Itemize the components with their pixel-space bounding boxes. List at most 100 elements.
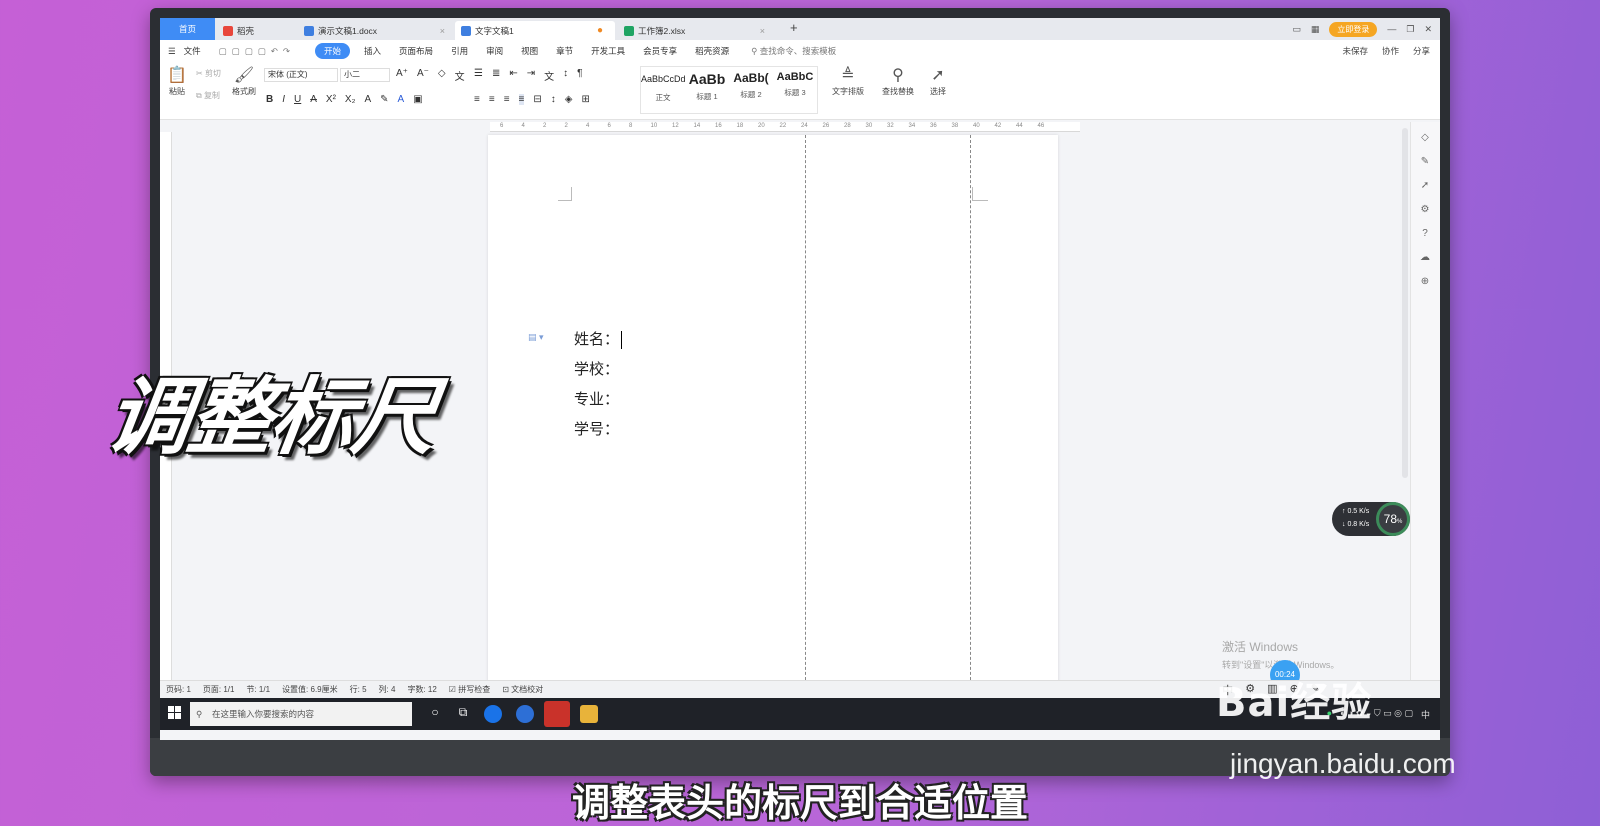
restore-icon[interactable]: ❐ bbox=[1406, 24, 1414, 35]
status-setting[interactable]: 设置值: 6.9厘米 bbox=[282, 684, 338, 695]
text-layout-button[interactable]: ≜ 文字排版 bbox=[828, 66, 868, 97]
menu-page-layout[interactable]: 页面布局 bbox=[399, 45, 433, 57]
sogou-icon[interactable] bbox=[516, 705, 534, 723]
hamburger-icon[interactable]: ☰ bbox=[168, 46, 176, 57]
menu-daoke-resources[interactable]: 稻壳资源 bbox=[695, 45, 729, 57]
shrink-font-icon[interactable]: A⁻ bbox=[417, 68, 429, 83]
align-right-icon[interactable]: ≡ bbox=[504, 94, 510, 105]
clear-format-icon[interactable]: ◇ bbox=[438, 68, 446, 83]
tab-stop-guide[interactable] bbox=[970, 135, 971, 695]
pointer-icon[interactable]: ➚ bbox=[1419, 180, 1431, 192]
paste-button[interactable]: 📋 粘贴 bbox=[166, 66, 188, 97]
menu-home[interactable]: 开始 bbox=[315, 43, 351, 59]
task-view-icon[interactable]: ⧉ bbox=[454, 705, 472, 723]
horizontal-ruler[interactable]: 6 4 2 2 4 6 8 10 12 14 16 18 20 22 24 26 28 30 32 34 36 38 40 4… bbox=[490, 122, 1080, 132]
char-border-icon[interactable]: ▣ bbox=[413, 94, 422, 105]
status-row[interactable]: 行: 5 bbox=[350, 684, 367, 695]
format-painter-button[interactable]: 🖌 格式刷 bbox=[230, 66, 258, 97]
tab-doc1[interactable]: 演示文稿1.docx × bbox=[298, 21, 453, 40]
tab-stop-guide[interactable] bbox=[805, 135, 806, 695]
tray-ime-indicator[interactable]: 中 bbox=[1421, 708, 1430, 721]
menu-view[interactable]: 视图 bbox=[521, 45, 538, 57]
tab-active-document[interactable]: 文字文稿1 ● bbox=[455, 21, 615, 40]
subscript-icon[interactable]: X₂ bbox=[345, 94, 356, 105]
close-icon[interactable]: × bbox=[440, 26, 445, 36]
paragraph-handle-icon[interactable]: ▤ ▾ bbox=[528, 332, 544, 343]
close-icon[interactable]: × bbox=[760, 26, 765, 36]
tab-xlsx[interactable]: 工作簿2.xlsx × bbox=[618, 21, 773, 40]
quick-access-icons[interactable]: ▢▢▢▢↶↷ bbox=[219, 46, 295, 57]
taskbar-search-input[interactable]: ⚲ 在这里输入你要搜索的内容 bbox=[190, 702, 412, 726]
increase-indent-icon[interactable]: ⇥ bbox=[527, 68, 535, 83]
chinese-layout-icon[interactable]: 文 bbox=[544, 68, 554, 83]
find-replace-button[interactable]: ⚲ 查找替换 bbox=[878, 66, 918, 97]
show-marks-icon[interactable]: ¶ bbox=[577, 68, 582, 83]
font-name-select[interactable]: 宋体 (正文) bbox=[264, 68, 338, 82]
status-pages[interactable]: 页面: 1/1 bbox=[203, 684, 235, 695]
share-button[interactable]: 分享 bbox=[1413, 45, 1430, 57]
justify-icon[interactable]: ≡ bbox=[518, 94, 525, 105]
shading-icon[interactable]: ◈ bbox=[565, 94, 573, 105]
select-button[interactable]: ➚ 选择 bbox=[924, 66, 952, 97]
underline-icon[interactable]: U bbox=[294, 94, 301, 105]
status-word-count[interactable]: 字数: 12 bbox=[407, 684, 436, 695]
align-left-icon[interactable]: ≡ bbox=[474, 94, 480, 105]
phonetic-icon[interactable]: 文 bbox=[455, 68, 465, 83]
bullet-list-icon[interactable]: ☰ bbox=[474, 68, 483, 83]
settings-sliders-icon[interactable]: ⚙ bbox=[1419, 204, 1431, 216]
menu-member[interactable]: 会员专享 bbox=[643, 45, 677, 57]
cortana-icon[interactable]: ○ bbox=[426, 705, 444, 723]
backup-icon[interactable]: ☁ bbox=[1419, 252, 1431, 264]
browser-icon[interactable] bbox=[484, 705, 502, 723]
layout-icon[interactable]: ▭ bbox=[1292, 24, 1301, 35]
share-pane-icon[interactable]: ⊕ bbox=[1419, 276, 1431, 288]
font-size-select[interactable]: 小二 bbox=[340, 68, 390, 82]
tab-home[interactable]: 首页 bbox=[160, 18, 215, 40]
copy-button[interactable]: ⧉ 复制 bbox=[196, 90, 220, 101]
status-column[interactable]: 列: 4 bbox=[379, 684, 396, 695]
menu-review[interactable]: 审阅 bbox=[486, 45, 503, 57]
status-section[interactable]: 节: 1/1 bbox=[246, 684, 270, 695]
help-icon[interactable]: ? bbox=[1419, 228, 1431, 240]
pen-icon[interactable]: ✎ bbox=[1419, 156, 1431, 168]
menu-references[interactable]: 引用 bbox=[451, 45, 468, 57]
cut-button[interactable]: ✂ 剪切 bbox=[196, 68, 221, 79]
menu-insert[interactable]: 插入 bbox=[364, 45, 381, 57]
collab-button[interactable]: 协作 bbox=[1382, 45, 1399, 57]
superscript-icon[interactable]: X² bbox=[326, 94, 336, 105]
style-normal[interactable]: AaBbCcDd 正文 bbox=[641, 67, 685, 113]
new-tab-icon[interactable]: + bbox=[790, 20, 798, 35]
wps-taskbar-icon[interactable] bbox=[544, 701, 570, 727]
document-page[interactable]: ▤ ▾ 姓名： 学校： 专业： 学号： bbox=[488, 135, 1058, 695]
grow-font-icon[interactable]: A⁺ bbox=[396, 68, 408, 83]
sort-icon[interactable]: ↕ bbox=[563, 68, 568, 83]
style-pane-icon[interactable]: ◇ bbox=[1419, 132, 1431, 144]
italic-icon[interactable]: I bbox=[282, 94, 285, 105]
bold-icon[interactable]: B bbox=[266, 94, 273, 105]
tab-daoke[interactable]: 稻壳 bbox=[217, 21, 297, 40]
highlight-icon[interactable]: ✎ bbox=[380, 94, 388, 105]
grid-icon[interactable]: ▦ bbox=[1311, 24, 1320, 35]
align-center-icon[interactable]: ≡ bbox=[489, 94, 495, 105]
menu-chapter[interactable]: 章节 bbox=[556, 45, 573, 57]
distribute-icon[interactable]: ⊟ bbox=[533, 94, 541, 105]
vertical-scrollbar[interactable] bbox=[1402, 128, 1408, 478]
unsaved-button[interactable]: 未保存 bbox=[1342, 45, 1368, 57]
style-heading-2[interactable]: AaBb( 标题 2 bbox=[729, 67, 773, 113]
minimize-icon[interactable]: — bbox=[1387, 24, 1396, 34]
text-effect-icon[interactable]: A bbox=[364, 94, 371, 105]
file-explorer-icon[interactable] bbox=[580, 705, 598, 723]
login-button[interactable]: 立即登录 bbox=[1329, 21, 1378, 37]
menu-developer[interactable]: 开发工具 bbox=[591, 45, 625, 57]
status-page-number[interactable]: 页码: 1 bbox=[166, 684, 191, 695]
style-heading-3[interactable]: AaBbC 标题 3 bbox=[773, 67, 817, 113]
font-color-icon[interactable]: A bbox=[398, 94, 405, 105]
line-spacing-icon[interactable]: ↕ bbox=[551, 94, 556, 105]
numbered-list-icon[interactable]: ≣ bbox=[492, 68, 500, 83]
border-icon[interactable]: ⊞ bbox=[581, 94, 589, 105]
network-speed-widget[interactable]: ↑ 0.5 K/s ↓ 0.8 K/s 78% bbox=[1332, 502, 1410, 536]
strikethrough-icon[interactable]: A bbox=[310, 94, 317, 105]
command-search[interactable]: ⚲ 查找命令、搜索模板 bbox=[751, 45, 836, 57]
proofread-button[interactable]: ⊡ 文档校对 bbox=[502, 684, 543, 695]
decrease-indent-icon[interactable]: ⇤ bbox=[509, 68, 517, 83]
